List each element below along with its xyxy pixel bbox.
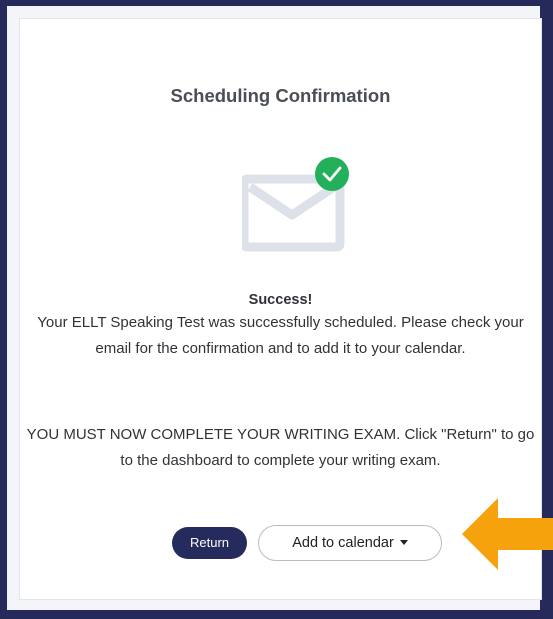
envelope-illustration	[239, 157, 352, 262]
screen-frame: Scheduling Confirmation Success! Your EL…	[0, 0, 553, 619]
schedule-message: Your ELLT Speaking Test was successfully…	[37, 314, 524, 357]
check-badge-icon	[315, 157, 349, 191]
return-button[interactable]: Return	[172, 527, 247, 559]
arrow-left-icon	[462, 498, 553, 575]
page-background: Scheduling Confirmation Success! Your EL…	[7, 6, 542, 610]
writing-exam-message: YOU MUST NOW COMPLETE YOUR WRITING EXAM.…	[26, 426, 535, 469]
caret-down-icon	[399, 539, 408, 545]
add-to-calendar-label: Add to calendar	[292, 535, 394, 551]
success-heading: Success!	[248, 292, 313, 308]
envelope-icon	[239, 157, 349, 252]
add-to-calendar-dropdown[interactable]: Add to calendar	[258, 525, 442, 561]
dialog-title: Scheduling Confirmation	[170, 85, 391, 106]
